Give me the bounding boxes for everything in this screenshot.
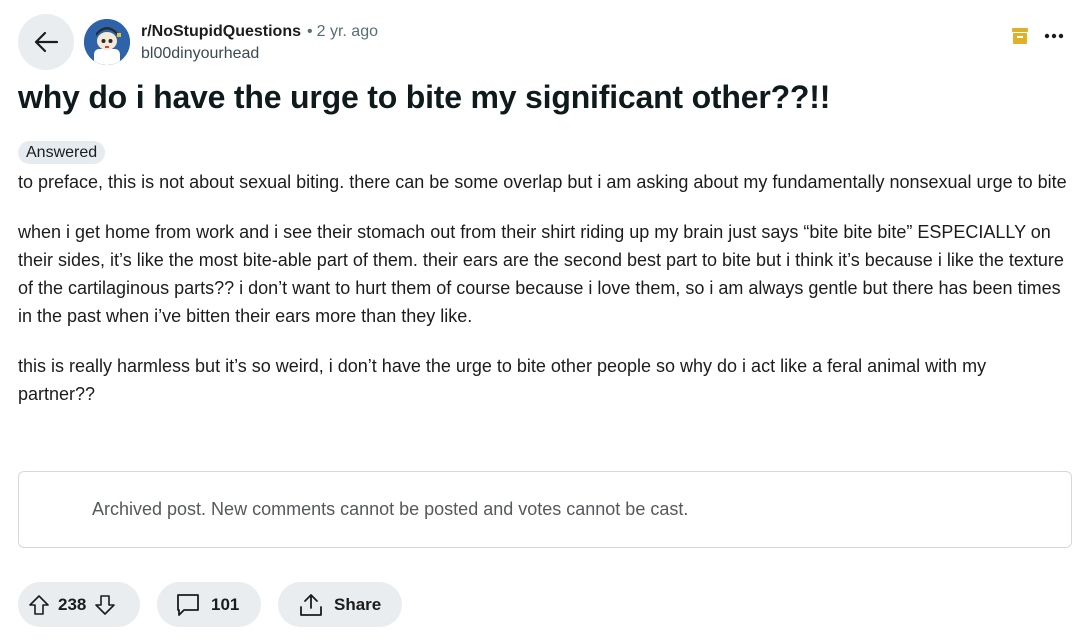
post-body: to preface, this is not about sexual bit… <box>18 168 1068 430</box>
post-meta: r/NoStupidQuestions • 2 yr. ago bl00dinyou… <box>141 21 378 65</box>
top-right-actions <box>1012 28 1064 44</box>
comments-button[interactable]: 101 <box>157 582 261 627</box>
author-link[interactable]: bl00dinyourhead <box>141 43 378 65</box>
comment-count: 101 <box>211 594 240 614</box>
post-title: why do i have the urge to bite my signif… <box>18 79 831 115</box>
body-paragraph: this is really harmless but it’s so weir… <box>18 356 987 404</box>
archived-notice: Archived post. New comments cannot be po… <box>18 471 1072 548</box>
share-label: Share <box>334 594 382 614</box>
post-flair[interactable]: Answered <box>18 141 106 164</box>
vote-control: 238 <box>18 582 140 627</box>
avatar[interactable] <box>84 19 130 65</box>
upvote-button[interactable] <box>28 594 50 616</box>
archive-button[interactable] <box>1012 28 1028 44</box>
vote-count: 238 <box>58 594 87 614</box>
body-paragraph: when i get home from work and i see thei… <box>18 222 1064 326</box>
back-button[interactable] <box>18 14 74 70</box>
archive-box-icon <box>1012 28 1028 44</box>
upvote-icon <box>29 594 49 615</box>
meta-separator: • <box>307 23 313 40</box>
share-icon <box>300 593 322 616</box>
back-arrow-icon <box>34 31 59 53</box>
action-bar: 238 101 Share <box>18 582 402 627</box>
post-age: 2 yr. ago <box>316 23 378 40</box>
more-options-button[interactable] <box>1044 33 1064 39</box>
share-button[interactable]: Share <box>278 582 402 627</box>
downvote-icon <box>95 594 116 615</box>
comment-icon <box>177 593 199 616</box>
downvote-button[interactable] <box>94 594 116 616</box>
subreddit-link[interactable]: r/NoStupidQuestions <box>141 23 301 40</box>
meta-row: r/NoStupidQuestions • 2 yr. ago <box>141 21 378 43</box>
body-paragraph: to preface, this is not about sexual bit… <box>18 172 1067 192</box>
post-page: r/NoStupidQuestions • 2 yr. ago bl00dinyou… <box>0 0 1080 642</box>
more-options-icon <box>1044 33 1064 39</box>
avatar-image <box>84 19 130 65</box>
